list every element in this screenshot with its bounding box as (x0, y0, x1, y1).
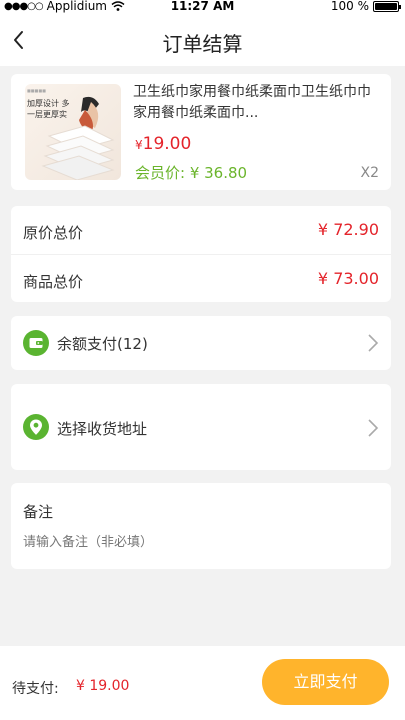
note-card: 备注 (11, 483, 391, 569)
chevron-right-icon (368, 334, 379, 352)
product-price: ¥19.00 (135, 134, 191, 154)
status-bar: ●●●○○ Applidium 11:27 AM 100 % (0, 0, 405, 14)
note-title: 备注 (23, 503, 54, 521)
page-title: 订单结算 (162, 32, 243, 56)
product-thumbnail: ■■■■■ 加厚设计 多一层更厚实 (25, 84, 121, 180)
balance-payment-label: 余额支付(12) (57, 335, 148, 353)
wallet-icon (23, 330, 49, 356)
pending-payment-amount: ¥ 19.00 (76, 678, 130, 694)
price-summary-card: 原价总价 ¥ 72.90 商品总价 ¥ 73.00 (11, 206, 391, 302)
tissue-stack-image (41, 96, 115, 180)
battery-percent: 100 % (330, 0, 369, 13)
original-total-row: 原价总价 ¥ 72.90 (11, 206, 391, 254)
goods-total-label: 商品总价 (23, 273, 84, 291)
pending-payment-label: 待支付: (12, 681, 59, 697)
pay-now-button[interactable]: 立即支付 (262, 659, 389, 705)
product-quantity: X2 (360, 165, 380, 181)
checkout-bar: 待支付: ¥ 19.00 立即支付 (0, 646, 405, 720)
member-price: 会员价: ¥ 36.80 (135, 164, 248, 182)
original-total-label: 原价总价 (23, 224, 84, 242)
balance-payment-row[interactable]: 余额支付(12) (11, 316, 391, 370)
product-card[interactable]: ■■■■■ 加厚设计 多一层更厚实 卫生纸巾家用餐巾纸柔面巾卫生纸巾巾家用餐巾纸… (11, 74, 391, 190)
product-title: 卫生纸巾家用餐巾纸柔面巾卫生纸巾巾家用餐巾纸柔面巾... (133, 84, 371, 121)
goods-total-value: ¥ 73.00 (317, 269, 379, 288)
goods-total-row: 商品总价 ¥ 73.00 (11, 254, 391, 302)
original-total-value: ¥ 72.90 (317, 220, 379, 239)
price-currency: ¥ (135, 138, 143, 152)
chevron-right-icon (368, 419, 379, 437)
price-amount: 19.00 (142, 134, 192, 154)
location-pin-icon (23, 414, 49, 440)
select-address-label: 选择收货地址 (57, 420, 148, 438)
nav-bar: 订单结算 (0, 14, 405, 66)
note-input[interactable] (23, 531, 378, 553)
select-address-row[interactable]: 选择收货地址 (11, 384, 391, 470)
battery-icon (373, 0, 401, 12)
status-right: 100 % (330, 0, 401, 13)
